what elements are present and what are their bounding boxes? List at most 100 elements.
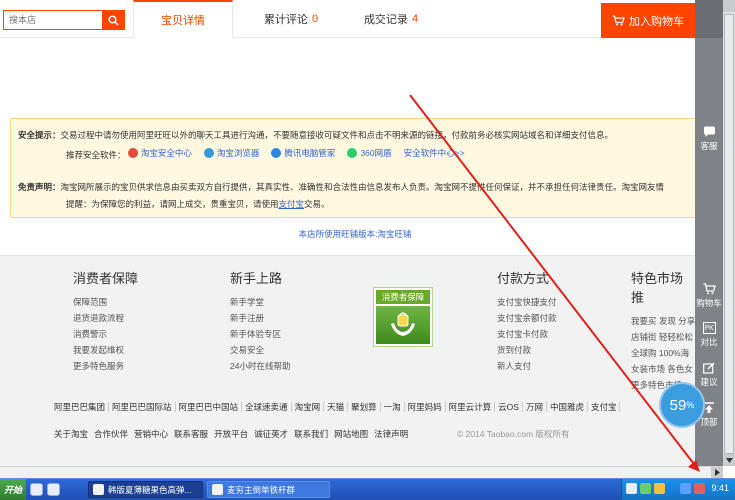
footer-link[interactable]: 24小时在线帮助	[230, 358, 290, 374]
footer-link[interactable]: 退货退款流程	[73, 310, 138, 326]
taskbar-window-browser[interactable]: 韩版夏薄糖果色高弹...	[88, 481, 203, 498]
footer-link[interactable]: 女装市场 各色女	[631, 361, 695, 377]
cart-icon	[612, 15, 625, 26]
tray-icon-4[interactable]	[680, 483, 691, 494]
footer-column-title: 特色市场推	[631, 271, 684, 305]
browser-icon	[203, 148, 214, 158]
group-link[interactable]: 云OS	[495, 402, 523, 412]
scroll-down-button[interactable]	[723, 454, 735, 466]
group-link[interactable]: 聚划算	[348, 402, 381, 412]
scroll-thumb[interactable]	[724, 14, 734, 454]
footer-link[interactable]: 新手体验专区	[230, 326, 290, 342]
group-link[interactable]: 天猫	[324, 402, 349, 412]
vertical-scrollbar[interactable]	[723, 0, 735, 466]
footer-link[interactable]: 我要发起维权	[73, 342, 138, 358]
group-link[interactable]: 万网	[522, 402, 547, 412]
about-link[interactable]: 联系我们	[291, 429, 331, 439]
tab-item-details[interactable]: 宝贝详情	[133, 0, 233, 38]
footer-link[interactable]: 支付宝快捷支付	[497, 294, 557, 310]
group-link[interactable]: 阿里巴巴国际站	[109, 402, 176, 412]
quicklaunch-desktop-icon[interactable]	[30, 483, 43, 496]
footer-link[interactable]: 我要买 发现 分享	[631, 313, 695, 329]
tray-icon-3[interactable]	[654, 483, 665, 494]
group-link[interactable]: 阿里巴巴中国站	[175, 402, 243, 412]
shop-search-input[interactable]	[4, 11, 102, 29]
group-link[interactable]: 支付宝	[587, 402, 621, 412]
footer-link[interactable]: 保障范围	[73, 294, 138, 310]
software-label: 推荐安全软件：	[66, 150, 126, 160]
footer-link[interactable]: 更多特色服务	[73, 358, 138, 374]
about-link[interactable]: 关于淘宝	[54, 429, 91, 439]
software-360[interactable]: 360网盾	[347, 147, 392, 159]
shop-search-button[interactable]	[102, 11, 124, 29]
footer-link[interactable]: 新人支付	[497, 358, 557, 374]
group-link[interactable]: 阿里妈妈	[404, 402, 446, 412]
chat-bubble-icon	[703, 126, 715, 137]
about-link[interactable]: 联系客服	[171, 429, 211, 439]
footer-link[interactable]: 货到付款	[497, 342, 557, 358]
about-link[interactable]: 网站地图	[331, 429, 371, 439]
toolbar-label: 对比	[700, 337, 718, 347]
about-link[interactable]: 开放平台	[211, 429, 251, 439]
about-link[interactable]: 法律声明	[371, 429, 411, 439]
group-link[interactable]: 全球速卖通	[242, 402, 292, 412]
chat-window-icon	[212, 484, 223, 495]
software-tencent-manager[interactable]: 腾讯电脑管家	[271, 147, 335, 159]
tab-transactions[interactable]: 成交记录 4	[346, 0, 436, 38]
group-link[interactable]: 淘宝网	[291, 402, 325, 412]
software-taobao-browser[interactable]: 淘宝浏览器	[203, 147, 259, 159]
speed-ball-widget[interactable]: 59%	[659, 382, 705, 428]
cart-icon	[703, 283, 716, 295]
toolbar-service[interactable]: 客服	[695, 126, 723, 152]
group-links: 阿里巴巴集团 阿里巴巴国际站 阿里巴巴中国站 全球速卖通 淘宝网 天猫 聚划算 一淘 阿里妈妈阿…	[54, 401, 621, 413]
start-button[interactable]: 开始	[0, 479, 26, 500]
badge-image	[376, 306, 430, 344]
tray-icon-1[interactable]	[626, 483, 637, 494]
footer-link[interactable]: 交易安全	[230, 342, 290, 358]
footer-link[interactable]: 新手学堂	[230, 294, 290, 310]
tray-icon-2[interactable]	[640, 483, 651, 494]
toolbar-compare[interactable]: PK 对比	[695, 322, 723, 348]
quicklaunch-browser-icon[interactable]	[47, 483, 60, 496]
toolbar-suggest[interactable]: 建议	[695, 362, 723, 388]
360-icon	[347, 148, 358, 158]
software-taobao-security[interactable]: 淘宝安全中心	[127, 147, 192, 159]
add-to-cart-button[interactable]: 加入购物车	[601, 3, 695, 38]
footer-link[interactable]: 支付宝卡付款	[497, 326, 557, 342]
software-center-link[interactable]: 安全软件中心>>	[404, 147, 465, 159]
scroll-right-button[interactable]	[711, 467, 723, 478]
about-link[interactable]: 营销中心	[131, 429, 171, 439]
group-link[interactable]: 中国雅虎	[546, 402, 588, 412]
taskbar-window-chat[interactable]: 麦穷主倒单铁杆群	[207, 481, 330, 498]
footer-link[interactable]: 新手注册	[230, 310, 290, 326]
wangpu-version-link[interactable]: 本店所使用旺铺版本:淘宝旺铺	[0, 228, 710, 240]
shop-search	[3, 10, 125, 30]
software-label-text: 淘宝安全中心	[140, 148, 192, 158]
group-link[interactable]: 阿里巴巴集团	[54, 402, 110, 412]
disclaimer-text-a: 提醒：为保障您的利益，请网上成交，贵重宝贝，请使用	[66, 199, 279, 209]
footer-link[interactable]: 店铺街 轻轻松松	[631, 329, 695, 345]
about-link[interactable]: 合作伙伴	[91, 429, 131, 439]
horizontal-scrollbar[interactable]	[0, 466, 723, 478]
detail-tab-bar: 宝贝详情 累计评论0 成交记录4 加入购物车	[0, 0, 695, 38]
consumer-protection-badge[interactable]: 消费者保障	[373, 287, 433, 347]
footer-column-consumer: 消费者保障 保障范围 退货退款流程 消费警示 我要发起维权 更多特色服务	[73, 268, 138, 374]
clock: 9:41	[711, 483, 729, 493]
transaction-count: 4	[411, 13, 419, 25]
tab-label: 宝贝详情	[161, 15, 205, 27]
task-title: 麦穷主倒单铁杆群	[227, 484, 296, 495]
toolbar-cart[interactable]: 购物车	[695, 283, 723, 309]
tray-icon-5[interactable]	[694, 483, 705, 494]
footer-column-markets: 特色市场推 我要买 发现 分享 店铺街 轻轻松松 全球购 100%海 女装市场 …	[631, 268, 695, 393]
scroll-up-button[interactable]	[723, 0, 735, 12]
add-to-cart-label: 加入购物车	[629, 15, 684, 28]
about-link[interactable]: 诚征英才	[251, 429, 291, 439]
footer-link[interactable]: 全球购 100%海	[631, 345, 695, 361]
group-link[interactable]: 阿里云计算	[445, 402, 496, 412]
alipay-link[interactable]: 支付宝	[279, 199, 305, 209]
footer-link[interactable]: 消费警示	[73, 326, 138, 342]
group-link[interactable]: 一淘	[380, 402, 405, 412]
footer-link[interactable]: 支付宝余额付款	[497, 310, 557, 326]
tab-reviews[interactable]: 累计评论 0	[236, 0, 346, 38]
tencent-icon	[271, 148, 282, 158]
